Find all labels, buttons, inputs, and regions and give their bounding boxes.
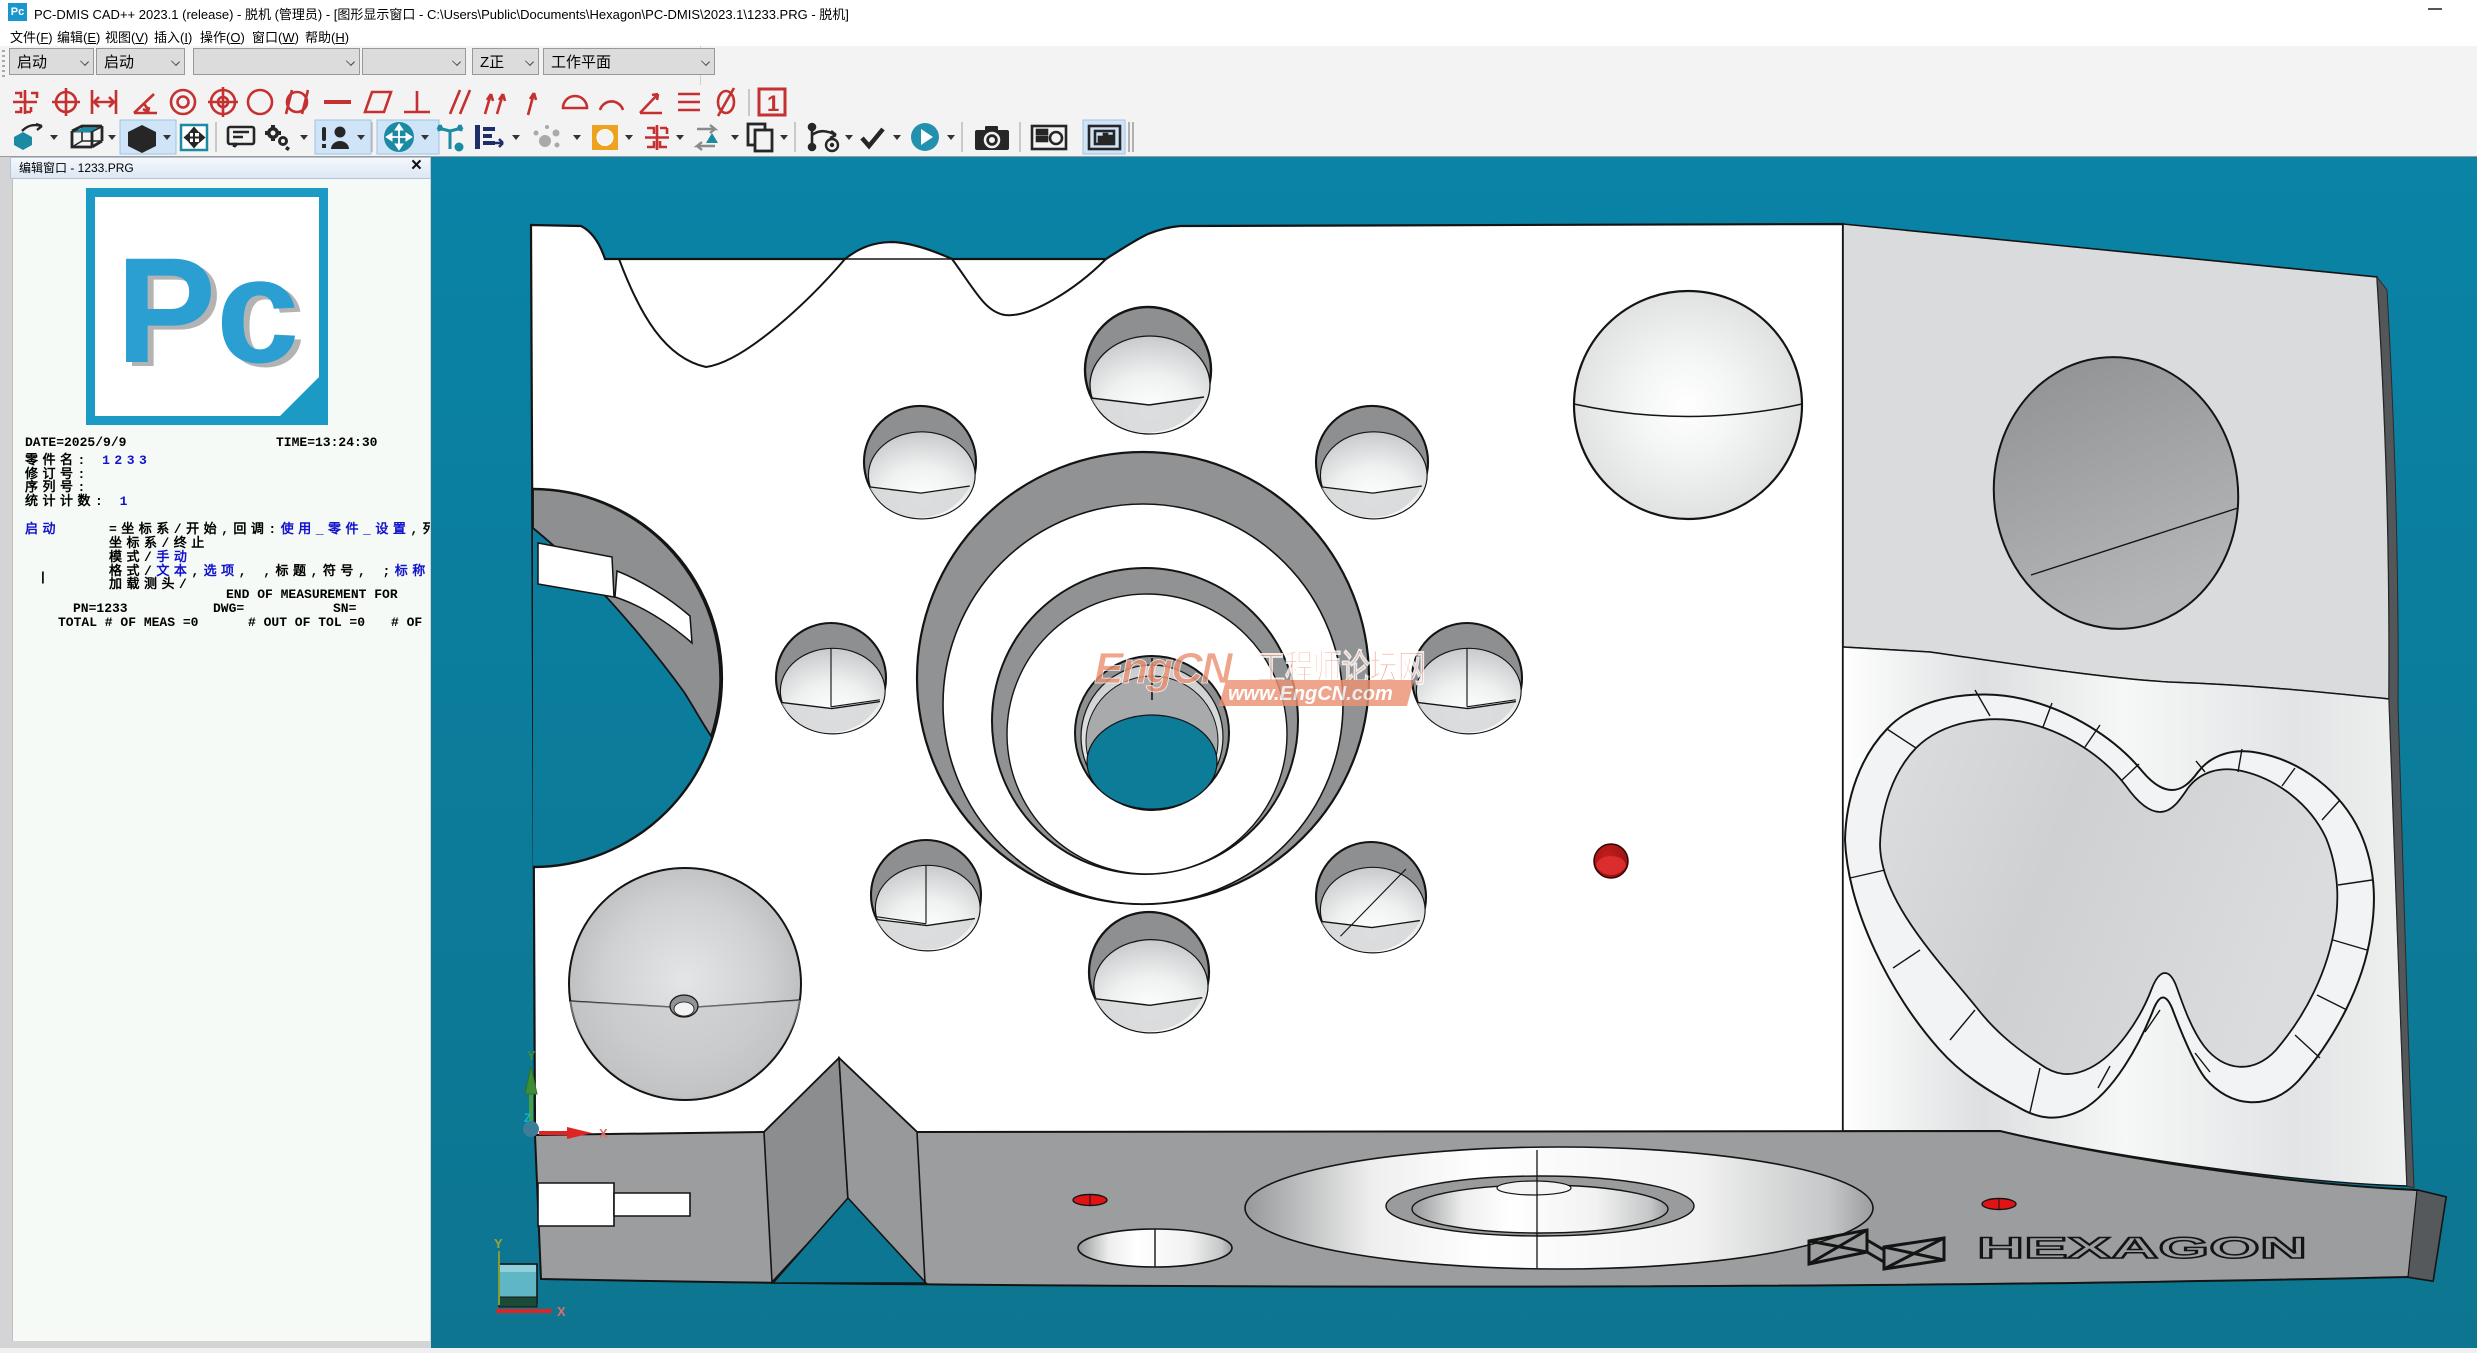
svg-text:X: X	[557, 1304, 566, 1319]
svg-text:1: 1	[767, 91, 779, 116]
svg-text:www.EngCN.com: www.EngCN.com	[1228, 683, 1393, 705]
svg-text:Pc: Pc	[116, 226, 299, 394]
svg-text:HEXAGON: HEXAGON	[1977, 1232, 2307, 1265]
svg-text:Y: Y	[527, 1048, 536, 1063]
svg-text:X: X	[599, 1126, 608, 1141]
svg-text:EngCN: EngCN	[1094, 644, 1234, 693]
svg-text:Y: Y	[494, 1236, 503, 1251]
